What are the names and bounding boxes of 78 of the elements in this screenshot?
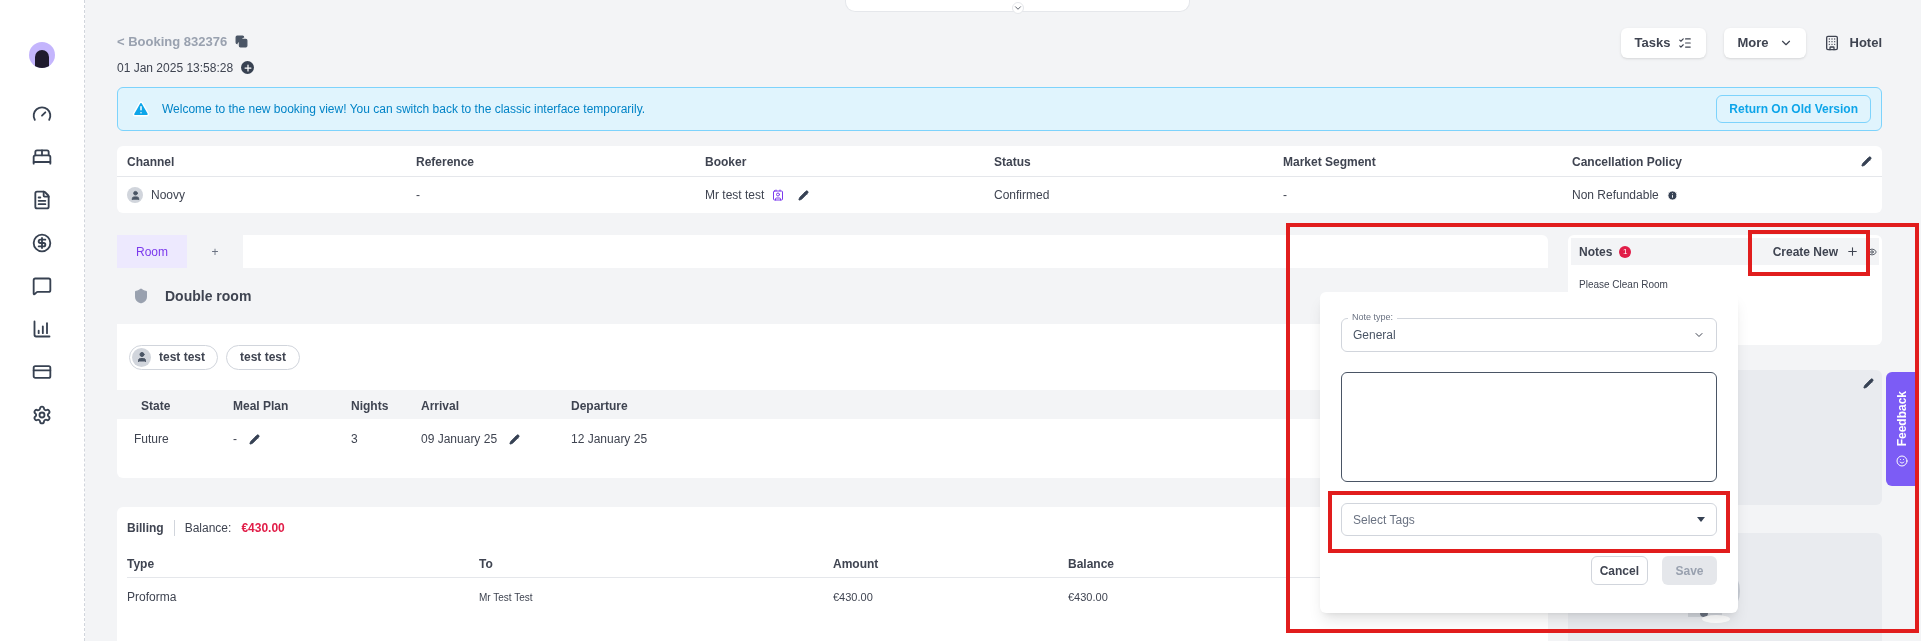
edit-icon[interactable] [1861, 155, 1872, 167]
list-icon [1678, 36, 1693, 50]
column-header: To [479, 557, 493, 571]
avatar-icon[interactable] [29, 42, 55, 68]
billing-title: Billing [127, 520, 164, 537]
shield-icon [133, 288, 149, 304]
bar-chart-icon[interactable] [32, 319, 52, 339]
column-header: Departure [571, 398, 628, 413]
count-badge: 1 [1619, 245, 1632, 258]
more-button[interactable]: More [1724, 28, 1806, 58]
room-tab[interactable]: + [187, 235, 243, 268]
table-cell-text: - [1283, 187, 1287, 204]
note-text: Please Clean Room [1579, 278, 1669, 292]
table-cell: Mr Test Test [479, 592, 533, 603]
user-avatar-icon [127, 187, 143, 203]
warning-icon [132, 100, 150, 118]
column-header: Amount [833, 557, 879, 571]
contact-card-icon[interactable] [772, 189, 785, 201]
create-new-button[interactable]: Create New [1772, 242, 1859, 261]
column-header: Meal Plan [233, 398, 289, 413]
column-header: Cancellation Policy [1572, 155, 1683, 169]
edit-icon[interactable] [798, 189, 810, 201]
credit-card-icon[interactable] [32, 362, 52, 382]
room-tab[interactable]: Room [117, 235, 187, 268]
edit-icon[interactable] [1863, 378, 1874, 389]
column-header: Booker [705, 155, 747, 169]
dollar-coin-icon[interactable] [32, 233, 52, 253]
table-cell-text: 09 January 25 [421, 431, 498, 448]
table-cell-text: Noovy [151, 187, 185, 204]
user-avatar-icon [132, 347, 151, 367]
chat-bubble-icon[interactable] [32, 276, 52, 296]
property-name: Hotel [1849, 34, 1882, 53]
tags-select[interactable]: Select Tags [1341, 503, 1717, 536]
table-cell-text: - [233, 431, 237, 448]
cancel-button[interactable]: Cancel [1590, 556, 1648, 585]
copy-icon[interactable] [235, 35, 249, 49]
notes-title: Notes [1579, 243, 1613, 261]
table-cell: €430.00 [833, 591, 873, 603]
balance-amount: €430.00 [241, 520, 285, 537]
bed-icon[interactable] [32, 147, 52, 167]
table-cell-text: Future [134, 431, 169, 448]
document-icon[interactable] [32, 190, 52, 210]
info-icon[interactable] [1666, 189, 1678, 201]
building-icon [1823, 35, 1840, 51]
top-drawer-handle[interactable] [845, 0, 1190, 12]
table-cell: €430.00 [1068, 591, 1108, 603]
column-header: Balance [1068, 557, 1115, 571]
room-name: Double room [165, 286, 252, 306]
table-cell-text: 12 January 25 [571, 431, 648, 448]
column-header: Channel [127, 155, 175, 169]
note-text-field[interactable] [1341, 372, 1717, 482]
edit-icon[interactable] [249, 433, 260, 445]
tasks-button[interactable]: Tasks [1620, 28, 1707, 58]
gauge-icon[interactable] [32, 104, 52, 124]
column-header: Type [127, 557, 155, 571]
table-cell-text: - [416, 187, 420, 204]
table-cell-text: Non Refundable [1572, 187, 1659, 204]
column-header: Nights [351, 398, 389, 413]
column-header: Market Segment [1283, 155, 1376, 169]
column-header: Arrival [421, 398, 460, 413]
settings-icon[interactable] [32, 405, 52, 425]
plus-icon [1846, 245, 1859, 258]
column-header: Reference [416, 155, 475, 169]
table-cell-text: Confirmed [994, 187, 1050, 204]
chevron-icon[interactable] [1011, 2, 1024, 14]
balance-label: Balance: [184, 520, 232, 537]
column-header: State [141, 398, 171, 413]
table-cell-text: 3 [351, 431, 358, 448]
feedback-tab[interactable]: Feedback [1886, 372, 1918, 486]
edit-icon[interactable] [509, 433, 521, 445]
add-icon[interactable] [241, 61, 255, 74]
eye-icon[interactable] [1867, 246, 1877, 257]
created-date: 01 Jan 2025 13:58:28 [117, 59, 234, 77]
column-header: Status [994, 155, 1031, 169]
table-cell: Proforma [127, 590, 177, 604]
smiley-icon [1896, 454, 1908, 467]
banner-message: Welcome to the new booking view! You can switch back to the classic interface temporarily. [162, 101, 646, 118]
table-cell-text: Mr test test [705, 187, 765, 204]
